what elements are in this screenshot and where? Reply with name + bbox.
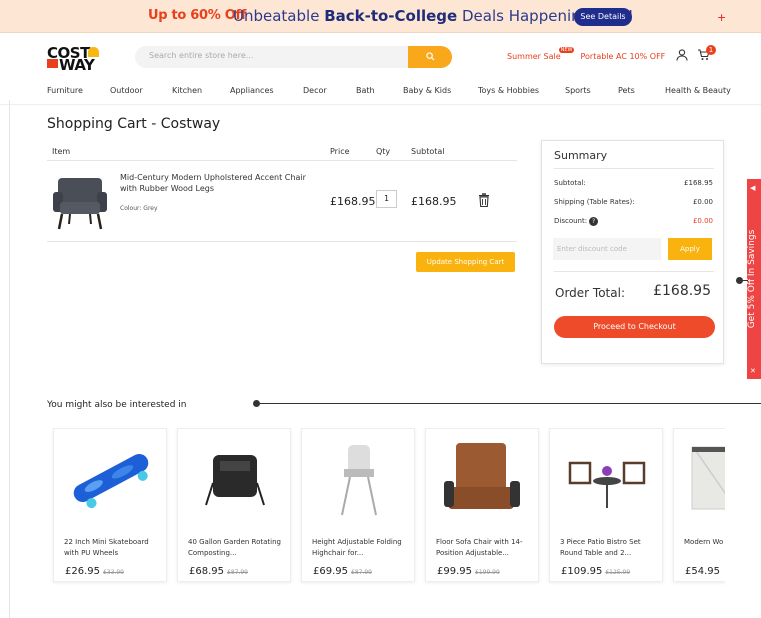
see-details-button[interactable]: See Details (574, 8, 632, 26)
product-colour: Colour: Grey (120, 205, 158, 212)
product-image-skateboard (62, 433, 160, 523)
product-price: £109.95 £125.99 (561, 566, 631, 577)
page-title: Shopping Cart - Costway (47, 116, 221, 132)
portable-ac-link[interactable]: Portable AC 10% OFF (580, 52, 665, 61)
proceed-to-checkout-button[interactable]: Proceed to Checkout (554, 316, 715, 338)
product-name[interactable]: Height Adjustable Folding Highchair for.… (312, 537, 412, 559)
product-name[interactable]: 3 Piece Patio Bistro Set Round Table and… (560, 537, 660, 559)
summary-subtotal: £168.95 (684, 179, 713, 187)
summary-title: Summary (554, 149, 608, 162)
summer-sale-link[interactable]: Summer Sale (507, 52, 561, 61)
quantity-input[interactable]: 1 (376, 190, 397, 208)
close-icon[interactable]: ✕ (750, 367, 756, 375)
product-image-highchair (310, 433, 408, 523)
cart-count-badge: 1 (706, 45, 716, 55)
order-total-label: Order Total: (555, 286, 625, 300)
col-header-qty: Qty (376, 147, 391, 156)
nav-item-baby-kids[interactable]: Baby & Kids (403, 86, 451, 95)
summary-discount: £0.00 (692, 217, 713, 225)
order-total-value: £168.95 (653, 283, 711, 299)
product-card[interactable]: 40 Gallon Garden Rotating Composting... … (177, 428, 291, 582)
product-price: £69.95 £87.99 (313, 566, 372, 577)
savings-side-tab[interactable]: ◀ Get 5% Off In Savings ✕ (747, 179, 761, 379)
product-card[interactable]: 3 Piece Patio Bistro Set Round Table and… (549, 428, 663, 582)
help-icon[interactable]: ? (589, 217, 599, 226)
account-icon[interactable] (676, 49, 688, 65)
nav-item-furniture[interactable]: Furniture (47, 86, 83, 95)
left-border (9, 100, 10, 618)
col-header-subtotal: Subtotal (411, 147, 445, 156)
search-button[interactable] (408, 46, 452, 68)
product-name[interactable]: Modern Wo Cabinet wi (684, 537, 725, 548)
summary-divider-2 (554, 271, 714, 272)
summary-divider (554, 168, 714, 169)
search-input[interactable]: Search entire store here... (149, 51, 253, 60)
recommendations-title: You might also be interested in (47, 400, 187, 410)
product-image-cabinet (682, 433, 725, 523)
nav-item-sports[interactable]: Sports (565, 86, 591, 95)
product-card[interactable]: Height Adjustable Folding Highchair for.… (301, 428, 415, 582)
table-divider-bottom (47, 241, 517, 242)
apply-discount-button[interactable]: Apply (668, 238, 712, 260)
update-cart-button[interactable]: Update Shopping Cart (416, 252, 515, 272)
chevron-left-icon[interactable]: ◀ (750, 184, 755, 192)
product-image-floor-sofa (434, 433, 532, 523)
product-image-bistro-set (558, 433, 656, 523)
nav-item-health-beauty[interactable]: Health & Beauty (665, 86, 731, 95)
nav-item-pets[interactable]: Pets (618, 86, 635, 95)
product-price: £99.95 £199.99 (437, 566, 500, 577)
section-line (259, 403, 761, 404)
table-divider (47, 160, 517, 161)
nav-item-outdoor[interactable]: Outdoor (110, 86, 143, 95)
summary-discount-row: Discount:? £0.00 (554, 217, 713, 226)
product-name[interactable]: 40 Gallon Garden Rotating Composting... (188, 537, 288, 559)
nav-item-toys-hobbies[interactable]: Toys & Hobbies (478, 86, 539, 95)
product-card[interactable]: Floor Sofa Chair with 14-Position Adjust… (425, 428, 539, 582)
header-promos: Summer SaleNEW Portable AC 10% OFF (507, 47, 665, 61)
flag-icon[interactable]: + (717, 11, 726, 24)
search-icon (425, 52, 435, 61)
col-header-item: Item (52, 147, 71, 156)
header-divider (0, 104, 761, 105)
product-price: £68.95 £87.99 (189, 566, 248, 577)
banner-promo: Up to 60% Off (148, 8, 247, 23)
product-price: £54.95 (685, 566, 720, 577)
product-card[interactable]: Modern Wo Cabinet wi £54.95 (673, 428, 725, 582)
product-price: £26.95 £33.99 (65, 566, 124, 577)
nav-item-bath[interactable]: Bath (356, 86, 375, 95)
search-bar[interactable]: Search entire store here... (135, 46, 452, 68)
new-badge: NEW (558, 47, 575, 53)
summary-shipping-row: Shipping (Table Rates): £0.00 (554, 198, 713, 206)
summary-shipping: £0.00 (692, 198, 713, 206)
product-card[interactable]: 22 Inch Mini Skateboard with PU Wheels £… (53, 428, 167, 582)
nav-item-decor[interactable]: Decor (303, 86, 327, 95)
col-header-price: Price (330, 147, 350, 156)
product-name[interactable]: 22 Inch Mini Skateboard with PU Wheels (64, 537, 164, 559)
promo-banner: Up to 60% Off Unbeatable Back-to-College… (0, 0, 761, 33)
nav-item-appliances[interactable]: Appliances (230, 86, 274, 95)
cart-icon[interactable]: 1 (697, 45, 716, 65)
item-subtotal: £168.95 (411, 195, 457, 208)
product-name[interactable]: Floor Sofa Chair with 14-Position Adjust… (436, 537, 536, 559)
costway-logo[interactable]: COST WAY (47, 44, 103, 74)
item-price: £168.95 (330, 195, 376, 208)
product-carousel: 22 Inch Mini Skateboard with PU Wheels £… (47, 428, 725, 588)
savings-tab-label: Get 5% Off In Savings (747, 229, 757, 329)
product-image-composter (186, 433, 284, 523)
nav-item-kitchen[interactable]: Kitchen (172, 86, 202, 95)
product-image-chair[interactable] (50, 174, 110, 232)
order-summary: Summary Subtotal: £168.95 Shipping (Table… (541, 140, 724, 364)
product-name-link[interactable]: Mid-Century Modern Upholstered Accent Ch… (120, 172, 320, 194)
discount-code-input[interactable]: Enter discount code (553, 238, 661, 260)
summary-subtotal-row: Subtotal: £168.95 (554, 179, 713, 187)
trash-icon[interactable] (478, 192, 492, 208)
main-nav: Furniture Outdoor Kitchen Appliances Dec… (0, 86, 761, 100)
